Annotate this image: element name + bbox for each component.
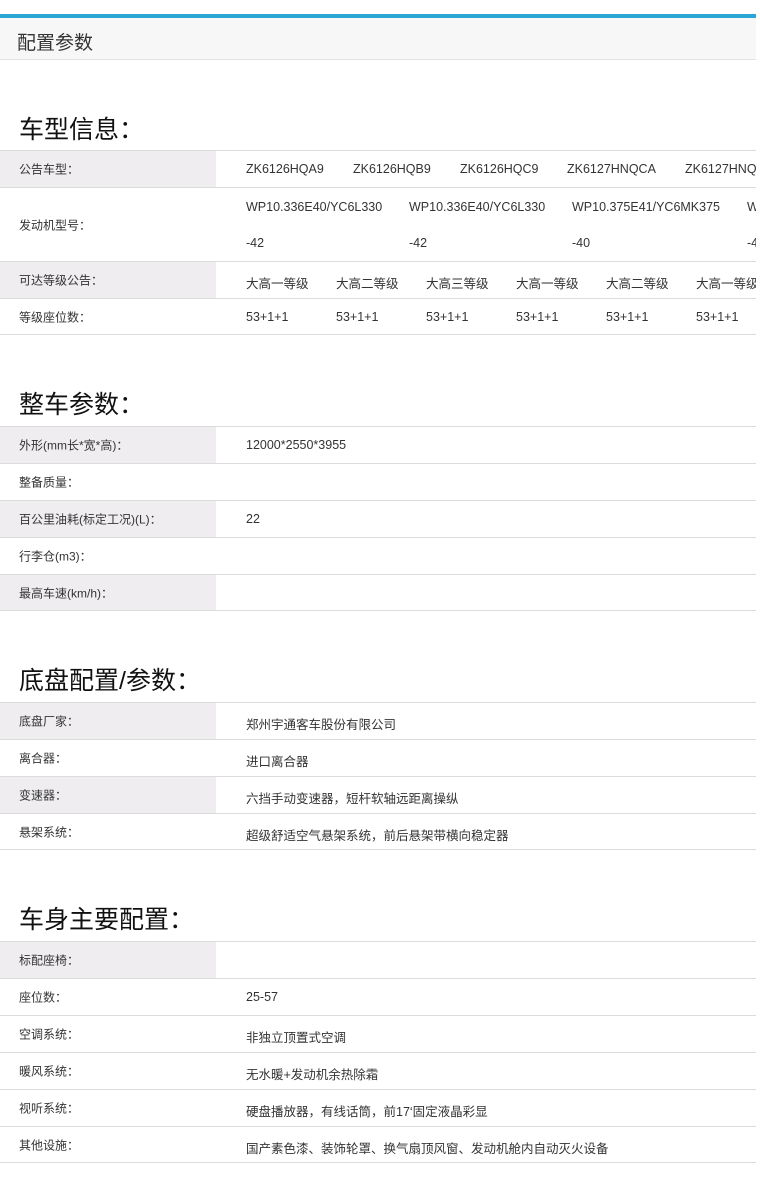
row-label: 底盘厂家： <box>19 714 80 729</box>
engine-model-suffix: -4 <box>747 236 756 250</box>
section-title-body: 车身主要配置： <box>19 906 195 934</box>
grade-seats-value: 53+1+1 <box>696 310 739 324</box>
row-chassis-maker: 底盘厂家： 郑州宇通客车股份有限公司 <box>0 702 756 739</box>
row-label: 最高车速(km/h)： <box>19 586 113 600</box>
section-title-vehicle-info: 车型信息： <box>19 116 145 144</box>
heating-value: 无水暖+发动机余热除霜 <box>246 1068 379 1082</box>
row-label: 空调系统： <box>19 1027 80 1042</box>
ac-value: 非独立顶置式空调 <box>246 1031 347 1045</box>
fuel-consumption-value: 22 <box>246 512 260 526</box>
engine-model-suffix: -40 <box>572 236 591 250</box>
row-label: 百公里油耗(标定工况)(L)： <box>19 512 162 527</box>
grade-seats-value: 53+1+1 <box>246 310 289 324</box>
row-label: 可达等级公告： <box>19 273 104 288</box>
row-label: 视听系统： <box>19 1101 80 1116</box>
grade-notice-value: 大高一等级 <box>696 277 756 291</box>
row-label: 悬架系统： <box>19 825 80 839</box>
grade-notice-value: 大高一等级 <box>246 277 309 291</box>
clutch-value: 进口离合器 <box>246 755 309 769</box>
row-notice-model: 公告车型： ZK6126HQA9 ZK6126HQB9 ZK6126HQC9 Z… <box>0 150 756 187</box>
notice-model-value: ZK6126HQC9 <box>460 162 539 176</box>
dimensions-value: 12000*2550*3955 <box>246 438 347 452</box>
av-system-value: 硬盘播放器，有线话筒，前17‘固定液晶彩显 <box>246 1105 488 1119</box>
row-curb-weight: 整备质量： <box>0 463 756 500</box>
row-gearbox: 变速器： 六挡手动变速器，短杆软轴远距离操纵 <box>0 776 756 813</box>
row-heating: 暖风系统： 无水暖+发动机余热除霜 <box>0 1052 756 1089</box>
row-suspension: 悬架系统： 超级舒适空气悬架系统，前后悬架带横向稳定器 <box>0 813 756 850</box>
row-label: 暖风系统： <box>19 1064 80 1079</box>
row-label: 等级座位数： <box>19 310 92 324</box>
row-label: 座位数： <box>19 990 68 1005</box>
row-grade-seats: 等级座位数： 53+1+1 53+1+1 53+1+1 53+1+1 53+1+… <box>0 298 756 335</box>
seat-count-value: 25-57 <box>246 990 278 1004</box>
notice-model-value: ZK6127HNQ <box>685 162 756 176</box>
engine-model-suffix: -42 <box>246 236 265 250</box>
grade-notice-value: 大高二等级 <box>606 277 669 291</box>
row-label: 外形(mm长*宽*高)： <box>19 438 129 453</box>
engine-model-value: W <box>747 200 756 214</box>
row-seat-count: 座位数： 25-57 <box>0 978 756 1015</box>
row-label: 整备质量： <box>19 475 80 490</box>
row-av-system: 视听系统： 硬盘播放器，有线话筒，前17‘固定液晶彩显 <box>0 1089 756 1126</box>
grade-notice-value: 大高一等级 <box>516 277 579 291</box>
row-label: 标配座椅： <box>19 953 80 968</box>
notice-model-value: ZK6127HNQCA <box>567 162 656 176</box>
grade-notice-value: 大高二等级 <box>336 277 399 291</box>
chassis-maker-value: 郑州宇通客车股份有限公司 <box>246 718 397 732</box>
row-grade-notice: 可达等级公告： 大高一等级 大高二等级 大高三等级 大高一等级 大高二等级 大高… <box>0 261 756 298</box>
engine-model-suffix: -42 <box>409 236 428 250</box>
row-clutch: 离合器： 进口离合器 <box>0 739 756 776</box>
row-max-speed: 最高车速(km/h)： <box>0 574 756 611</box>
row-fuel-consumption: 百公里油耗(标定工况)(L)： 22 <box>0 500 756 537</box>
grade-notice-value: 大高三等级 <box>426 277 489 291</box>
engine-model-value: WP10.375E41/YC6MK375 <box>572 200 721 214</box>
row-other-facilities: 其他设施： 国产素色漆、装饰轮罩、换气扇顶风窗、发动机舱内自动灭火设备 <box>0 1126 756 1163</box>
panel-title: 配置参数 <box>17 33 94 54</box>
section-title-chassis: 底盘配置/参数： <box>19 667 201 695</box>
suspension-value: 超级舒适空气悬架系统，前后悬架带横向稳定器 <box>246 829 509 843</box>
grade-seats-value: 53+1+1 <box>516 310 559 324</box>
row-std-seats: 标配座椅： <box>0 941 756 978</box>
row-engine-model: 发动机型号： WP10.336E40/YC6L330 WP10.336E40/Y… <box>0 187 756 261</box>
row-label: 发动机型号： <box>19 218 92 232</box>
panel-header: 配置参数 <box>0 18 756 60</box>
row-label: 行李仓(m3)： <box>19 549 92 564</box>
notice-model-value: ZK6126HQB9 <box>353 162 431 176</box>
grade-seats-value: 53+1+1 <box>606 310 649 324</box>
grade-seats-value: 53+1+1 <box>336 310 379 324</box>
section-title-vehicle-params: 整车参数： <box>19 391 145 419</box>
gearbox-value: 六挡手动变速器，短杆软轴远距离操纵 <box>246 792 459 806</box>
row-ac: 空调系统： 非独立顶置式空调 <box>0 1015 756 1052</box>
other-facilities-value: 国产素色漆、装饰轮罩、换气扇顶风窗、发动机舱内自动灭火设备 <box>246 1142 609 1156</box>
engine-model-value: WP10.336E40/YC6L330 <box>409 200 546 214</box>
engine-model-value: WP10.336E40/YC6L330 <box>246 200 383 214</box>
row-label: 公告车型： <box>19 162 80 177</box>
row-label: 其他设施： <box>19 1138 80 1152</box>
row-dimensions: 外形(mm长*宽*高)： 12000*2550*3955 <box>0 426 756 463</box>
grade-seats-value: 53+1+1 <box>426 310 469 324</box>
row-luggage: 行李仓(m3)： <box>0 537 756 574</box>
notice-model-value: ZK6126HQA9 <box>246 162 324 176</box>
row-label: 变速器： <box>19 788 68 803</box>
row-label: 离合器： <box>19 751 68 766</box>
